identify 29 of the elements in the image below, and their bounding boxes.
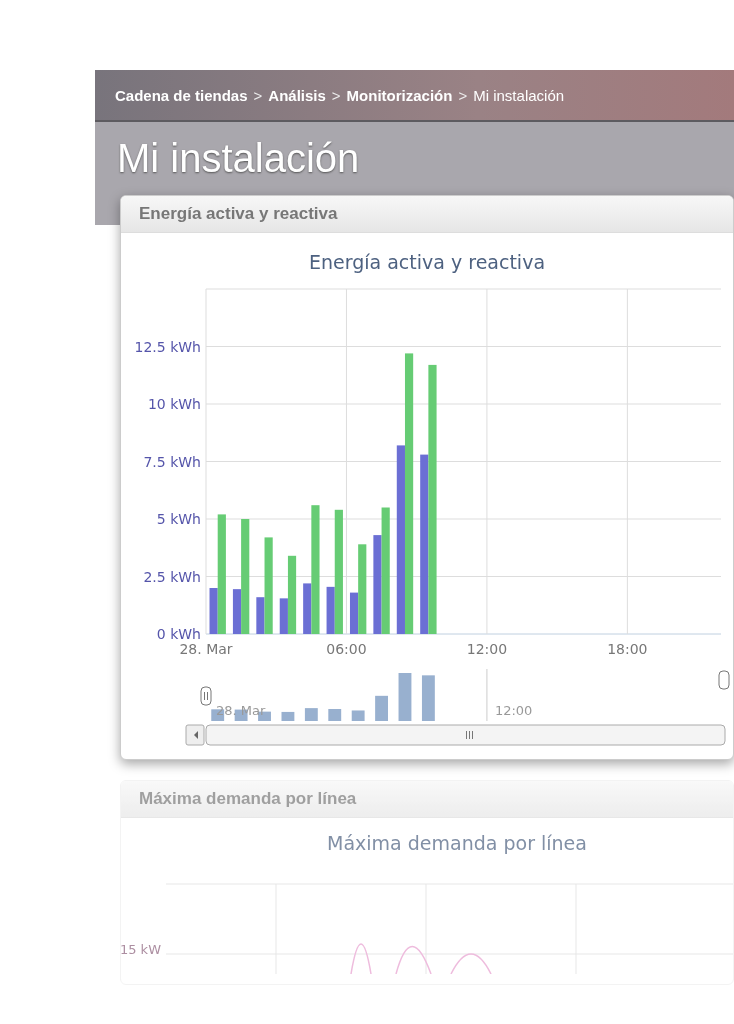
card-title: Máxima demanda por línea — [139, 789, 357, 809]
chart-title: Máxima demanda por línea — [327, 832, 587, 854]
breadcrumb-separator: > — [458, 86, 468, 104]
card-title: Energía activa y reactiva — [139, 204, 338, 224]
breadcrumb-separator: > — [331, 86, 341, 104]
x-axis-label: 28. Mar — [179, 641, 233, 657]
scroll-left-button[interactable] — [185, 724, 205, 746]
y-axis-label: 10 kWh — [147, 396, 201, 412]
page-title: Mi instalación — [117, 136, 360, 181]
range-handle[interactable] — [718, 670, 730, 690]
y-axis-label: 12.5 kWh — [134, 338, 201, 355]
y-axis-label: 7.5 kWh — [143, 453, 201, 470]
breadcrumb-current: Mi instalación — [473, 86, 565, 104]
y-axis-label: 5 kWh — [156, 511, 201, 527]
x-axis-label: 12:00 — [466, 641, 508, 657]
x-axis-label: 18:00 — [607, 641, 648, 657]
y-axis-label: 0 kWh — [156, 626, 201, 642]
y-axis-label: 15 kW — [121, 942, 161, 957]
range-handle[interactable] — [200, 686, 212, 706]
navigator-label: 12:00 — [494, 703, 533, 718]
breadcrumb-link[interactable]: Análisis — [268, 86, 326, 104]
y-axis-label: 2.5 kWh — [143, 568, 201, 585]
navigator-label: 28. Mar — [216, 703, 266, 718]
x-axis-label: 06:00 — [326, 641, 367, 657]
scrollbar-thumb[interactable] — [205, 724, 726, 746]
breadcrumb-link[interactable]: Cadena de tiendas — [115, 86, 248, 104]
breadcrumb-link[interactable]: Monitorización — [346, 86, 453, 104]
breadcrumb-separator: > — [253, 86, 263, 104]
chart-title: Energía activa y reactiva — [308, 251, 546, 273]
